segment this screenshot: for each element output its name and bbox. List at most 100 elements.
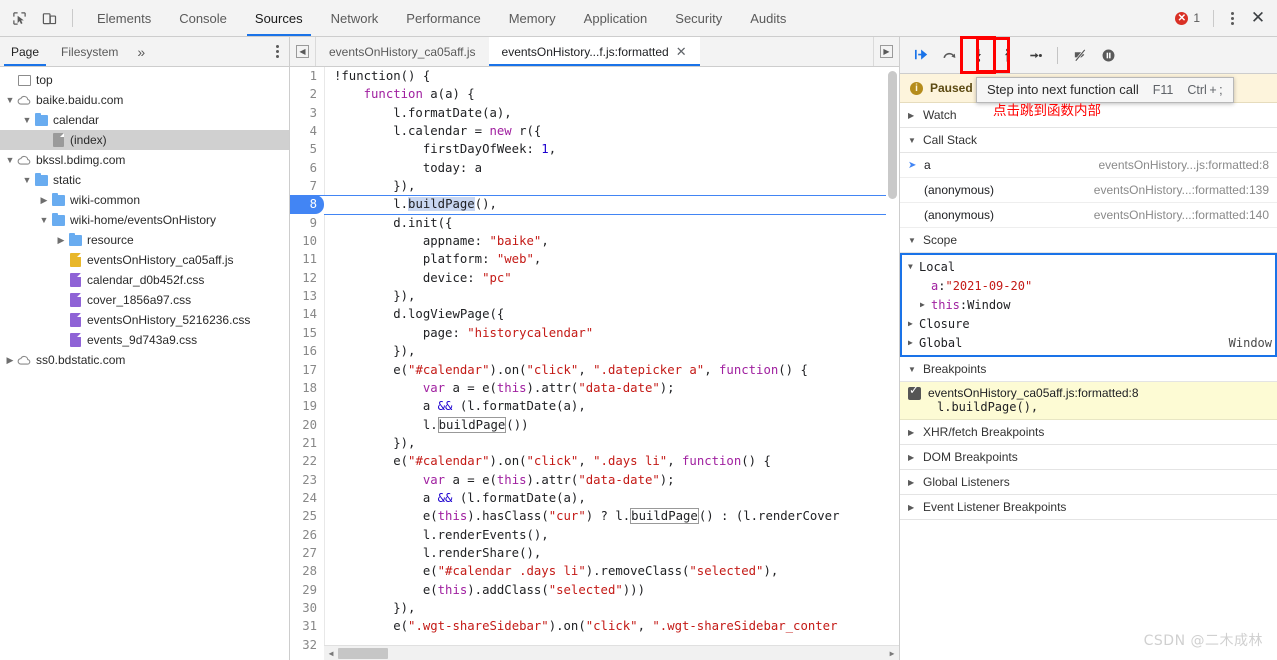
tab-sources[interactable]: Sources [241, 0, 317, 36]
code-line[interactable]: 19 a && (l.formatDate(a), [290, 397, 899, 416]
scope-row[interactable]: ▶ Closure [902, 314, 1275, 333]
file-tree-item[interactable]: events_9d743a9.css [0, 330, 289, 350]
file-tree-item[interactable]: ▼ bkssl.bdimg.com [0, 150, 289, 170]
call-stack-section-header[interactable]: ▼ Call Stack [900, 128, 1277, 153]
chevron-right-icon[interactable]: ▶ [920, 300, 931, 309]
code-line[interactable]: 8 l.buildPage(), [290, 194, 899, 216]
chevron-down-icon[interactable]: ▼ [908, 262, 919, 271]
line-number[interactable]: 5 [290, 140, 324, 159]
code-editor[interactable]: 1 !function() {2 function a(a) {3 l.forma… [290, 67, 899, 660]
line-number[interactable]: 6 [290, 158, 324, 178]
chevron-down-icon[interactable]: ▼ [4, 95, 16, 105]
code-line[interactable]: 15 page: "historycalendar" [290, 323, 899, 343]
code-line[interactable]: 24 a && (l.formatDate(a), [290, 488, 899, 508]
code-line[interactable]: 29 e(this).addClass("selected"))) [290, 580, 899, 599]
line-number[interactable]: 9 [290, 213, 324, 233]
chevron-down-icon[interactable]: ▼ [38, 215, 50, 225]
breakpoints-section-header[interactable]: ▼ Breakpoints [900, 357, 1277, 382]
line-number[interactable]: 2 [290, 85, 324, 104]
file-tree-item[interactable]: calendar_d0b452f.css [0, 270, 289, 290]
file-tree-item[interactable]: cover_1856a97.css [0, 290, 289, 310]
close-icon[interactable]: ✕ [1245, 5, 1271, 31]
code-line[interactable]: 11 platform: "web", [290, 250, 899, 269]
file-tree-item[interactable]: ▶ wiki-common [0, 190, 289, 210]
line-number[interactable]: 26 [290, 525, 324, 544]
line-number[interactable]: 7 [290, 177, 324, 196]
inspect-element-icon[interactable] [6, 5, 32, 31]
line-number[interactable]: 12 [290, 268, 324, 288]
code-line[interactable]: 26 l.renderEvents(), [290, 525, 899, 544]
close-icon[interactable]: ✕ [676, 45, 687, 58]
scroll-left-arrow-icon[interactable]: ◀ [324, 649, 338, 658]
code-line[interactable]: 20 l.buildPage()) [290, 415, 899, 434]
kebab-menu-icon[interactable] [1221, 5, 1243, 31]
nav-tab-filesystem[interactable]: Filesystem [50, 37, 129, 66]
line-number[interactable]: 23 [290, 470, 324, 489]
line-number[interactable]: 13 [290, 287, 324, 306]
line-number[interactable]: 25 [290, 507, 324, 526]
console-error-badge[interactable]: ✕ 1 [1169, 11, 1206, 25]
line-number[interactable]: 4 [290, 122, 324, 141]
breakpoint-checkbox[interactable] [908, 384, 921, 400]
line-number[interactable]: 24 [290, 488, 324, 508]
scroll-tabs-left-icon[interactable]: ◀ [290, 37, 316, 66]
collapsed-section-header[interactable]: ▶ DOM Breakpoints [900, 445, 1277, 470]
file-tree-item[interactable]: ▼ calendar [0, 110, 289, 130]
file-tree-item[interactable]: ▼ baike.baidu.com [0, 90, 289, 110]
code-line[interactable]: 27 l.renderShare(), [290, 543, 899, 563]
file-tree-item[interactable]: ▶ resource [0, 230, 289, 250]
file-tree-item[interactable]: eventsOnHistory_5216236.css [0, 310, 289, 330]
line-number[interactable]: 32 [290, 635, 324, 654]
tab-security[interactable]: Security [661, 0, 736, 36]
scroll-right-arrow-icon[interactable]: ▶ [885, 649, 899, 658]
call-stack-frame[interactable]: (anonymous) eventsOnHistory...:formatted:… [900, 203, 1277, 228]
collapsed-section-header[interactable]: ▶ Global Listeners [900, 470, 1277, 495]
line-number[interactable]: 18 [290, 378, 324, 398]
file-tree-item[interactable]: ▼ wiki-home/eventsOnHistory [0, 210, 289, 230]
editor-horizontal-scrollbar[interactable]: ◀ ▶ [324, 645, 899, 660]
editor-tab-eventsonhistory-js[interactable]: eventsOnHistory_ca05aff.js [316, 37, 489, 66]
chevron-right-icon[interactable]: ▶ [38, 195, 50, 206]
deactivate-breakpoints-button[interactable] [1067, 42, 1093, 68]
code-line[interactable]: 17 e("#calendar").on("click", ".datepick… [290, 360, 899, 379]
step-button[interactable] [1022, 42, 1048, 68]
code-line[interactable]: 6 today: a [290, 158, 899, 178]
editor-tab-eventsonhistory-formatted[interactable]: eventsOnHistory...f.js:formatted ✕ [488, 37, 700, 66]
scope-row[interactable]: ▶ Global Window [902, 333, 1275, 352]
tab-application[interactable]: Application [570, 0, 662, 36]
chevron-down-icon[interactable]: ▼ [21, 115, 33, 125]
code-line[interactable]: 28 e("#calendar .days li").removeClass("… [290, 562, 899, 581]
scrollbar-thumb[interactable] [888, 71, 897, 199]
scope-row[interactable]: ▶ this: Window [902, 295, 1275, 314]
line-number[interactable]: 1 [290, 67, 324, 86]
chevron-down-icon[interactable]: ▼ [4, 155, 16, 165]
line-number[interactable]: 14 [290, 305, 324, 324]
line-number[interactable]: 19 [290, 397, 324, 416]
chevron-right-icon[interactable]: ▶ [908, 319, 919, 328]
nav-overflow-icon[interactable]: » [129, 37, 153, 66]
line-number[interactable]: 21 [290, 433, 324, 453]
file-tree-item[interactable]: (index) [0, 130, 289, 150]
tab-elements[interactable]: Elements [83, 0, 165, 36]
step-out-of-current-function-button[interactable] [994, 42, 1020, 68]
scope-row[interactable]: ▼ Local [902, 257, 1275, 276]
nav-tab-page[interactable]: Page [0, 37, 50, 66]
code-line[interactable]: 10 appname: "baike", [290, 232, 899, 251]
code-line[interactable]: 21 }), [290, 433, 899, 453]
code-line[interactable]: 7 }), [290, 177, 899, 196]
collapsed-section-header[interactable]: ▶ XHR/fetch Breakpoints [900, 420, 1277, 445]
chevron-right-icon[interactable]: ▶ [908, 338, 919, 347]
scroll-tabs-right-icon[interactable]: ▶ [873, 37, 899, 66]
call-stack-frame-location[interactable]: eventsOnHistory...:formatted:140 [1094, 208, 1277, 222]
scrollbar-thumb[interactable] [338, 647, 388, 659]
code-line[interactable]: 18 var a = e(this).attr("data-date"); [290, 378, 899, 398]
code-line[interactable]: 4 l.calendar = new r({ [290, 122, 899, 141]
editor-vertical-scrollbar[interactable] [886, 67, 899, 645]
code-line[interactable]: 1 !function() { [290, 67, 899, 86]
call-stack-frame[interactable]: ➤ a eventsOnHistory...js:formatted:8 [900, 153, 1277, 178]
line-number[interactable]: 22 [290, 452, 324, 471]
line-number[interactable]: 15 [290, 323, 324, 343]
code-line[interactable]: 22 e("#calendar").on("click", ".days li"… [290, 452, 899, 471]
line-number[interactable]: 10 [290, 232, 324, 251]
call-stack-frame[interactable]: (anonymous) eventsOnHistory...:formatted:… [900, 178, 1277, 203]
